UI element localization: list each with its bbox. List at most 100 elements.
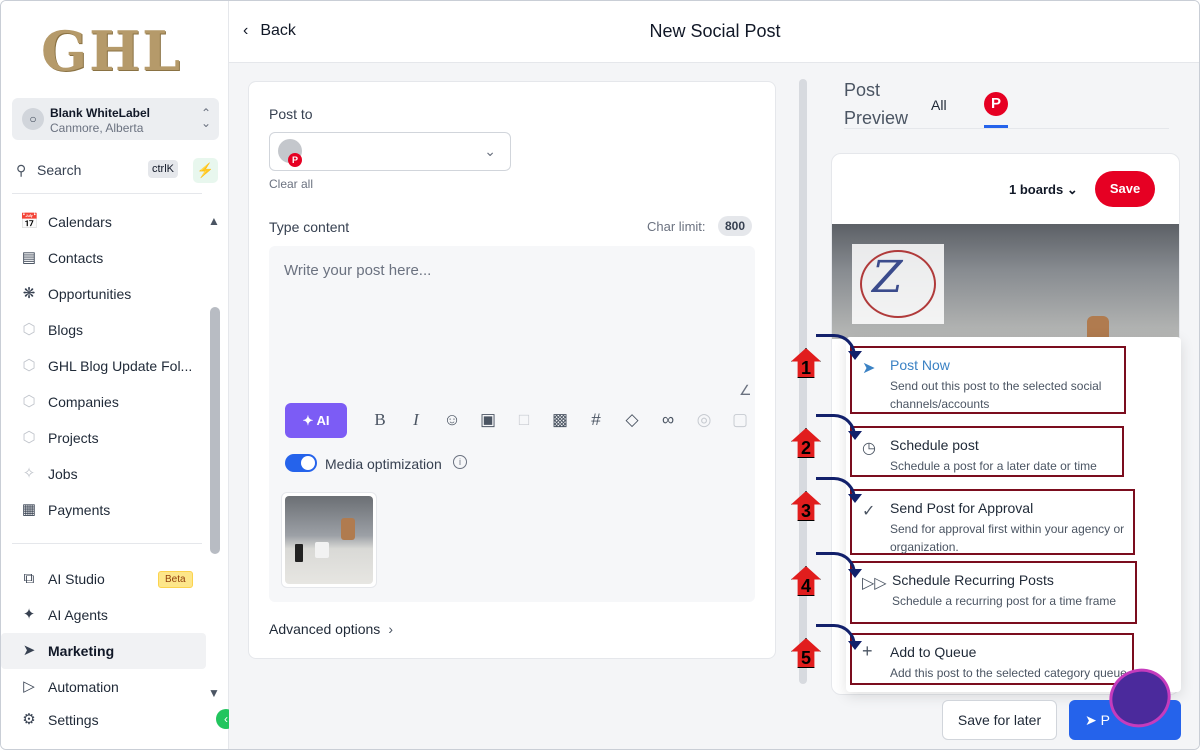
scrollbar-thumb[interactable] xyxy=(210,307,220,554)
marker-number: 2 xyxy=(800,438,811,458)
sparkle-icon: ✦ xyxy=(22,606,36,623)
sidebar-item-ai-agents[interactable]: ✦ AI Agents xyxy=(1,597,206,633)
text-a-icon[interactable]: ▢ xyxy=(729,410,751,430)
brand-logo: GHL xyxy=(41,19,183,83)
send-icon: ➤ xyxy=(1085,712,1097,728)
sidebar-item-label: Payments xyxy=(48,502,111,518)
scroll-up-icon[interactable]: ▲ xyxy=(208,214,220,228)
search-label: Search xyxy=(37,162,82,178)
sidebar-scrollbar[interactable]: ▲ ▼ xyxy=(208,214,222,704)
gear-icon: ⚙ xyxy=(22,711,36,728)
sidebar-item-payments[interactable]: ▦ Payments xyxy=(1,492,206,528)
sidebar-item-contacts[interactable]: ▤ Contacts xyxy=(1,240,206,276)
sidebar-item-companies[interactable]: ⬡ Companies xyxy=(1,384,206,420)
option-title: Add to Queue xyxy=(890,644,977,660)
sidebar-item-label: Companies xyxy=(48,394,119,410)
option-title: Schedule Recurring Posts xyxy=(892,572,1054,588)
image-icon[interactable]: ▣ xyxy=(477,410,499,430)
watermark-logo: Z xyxy=(852,244,944,324)
quick-action-bolt-icon[interactable]: ⚡ xyxy=(193,158,218,183)
post-to-select[interactable]: P ⌄ xyxy=(269,132,511,171)
sidebar-item-calendars[interactable]: 📅 Calendars xyxy=(1,204,206,240)
cube-icon: ⬡ xyxy=(22,393,36,410)
sidebar-item-jobs[interactable]: ✧ Jobs xyxy=(1,456,206,492)
tag-icon[interactable]: ◇ xyxy=(621,410,643,430)
sidebar-item-ai-studio[interactable]: ⧉ AI Studio Beta xyxy=(1,561,206,597)
marker-number: 4 xyxy=(800,576,811,596)
sidebar-item-label: AI Agents xyxy=(48,607,108,623)
divider xyxy=(844,128,1169,129)
location-icon[interactable]: ◎ xyxy=(693,410,715,430)
account-location: Canmore, Alberta xyxy=(50,121,144,135)
post-to-label: Post to xyxy=(269,106,313,122)
schedule-post-option[interactable]: ◷ Schedule post Schedule a post for a la… xyxy=(850,426,1124,477)
sidebar-item-label: Jobs xyxy=(48,466,78,482)
type-content-label: Type content xyxy=(269,219,350,235)
clock-icon: ◷ xyxy=(862,440,876,457)
tab-pinterest-icon[interactable]: P xyxy=(984,92,1008,116)
info-icon[interactable]: i xyxy=(453,455,467,469)
pinterest-save-button[interactable]: Save xyxy=(1095,171,1155,207)
ai-button[interactable]: ✦ AI xyxy=(285,403,347,438)
schedule-recurring-option[interactable]: ▷▷ Schedule Recurring Posts Schedule a r… xyxy=(850,561,1137,624)
add-to-queue-option[interactable]: + Add to Queue Add this post to the sele… xyxy=(850,633,1134,685)
option-description: Send out this post to the selected socia… xyxy=(890,377,1101,413)
thumbnail-detail xyxy=(315,542,329,558)
file-icon[interactable]: □ xyxy=(513,410,535,430)
advanced-options-label: Advanced options xyxy=(269,621,381,637)
italic-icon[interactable]: I xyxy=(405,410,427,430)
advanced-options[interactable]: Advanced options › xyxy=(269,621,393,637)
save-for-later-button[interactable]: Save for later xyxy=(942,700,1057,740)
option-description: Send for approval first within your agen… xyxy=(890,520,1124,556)
send-for-approval-option[interactable]: ✓ Send Post for Approval Send for approv… xyxy=(850,489,1135,555)
sidebar-item-blogs[interactable]: ⬡ Blogs xyxy=(1,312,206,348)
sidebar-nav-bottom: ⧉ AI Studio Beta ✦ AI Agents ➤ Marketing ▷ Au… xyxy=(1,561,206,735)
editor-placeholder[interactable]: Write your post here... xyxy=(284,262,431,279)
resize-handle-icon[interactable]: ∠ xyxy=(739,382,752,399)
preview-title-line: Preview xyxy=(844,108,909,128)
chevron-down-icon: ⌄ xyxy=(1066,182,1078,197)
account-switcher[interactable]: ○ Blank WhiteLabel Canmore, Alberta ⌃ ⌄ xyxy=(12,98,219,140)
post-now-option[interactable]: ➤ Post Now Send out this post to the sel… xyxy=(850,346,1126,414)
account-name: Blank WhiteLabel xyxy=(50,106,151,120)
sidebar-search[interactable]: ⚲ Search ctrlK xyxy=(12,156,187,184)
calendar-icon: 📅 xyxy=(20,213,39,230)
toggle-knob xyxy=(301,456,315,470)
preview-title-line: Post xyxy=(844,80,881,100)
option-description: Add this post to the selected category q… xyxy=(890,666,1127,680)
sidebar-item-automation[interactable]: ▷ Automation xyxy=(1,669,206,705)
post-editor[interactable]: Write your post here... ∠ ✦ AI B I ☺ ▣ □… xyxy=(269,246,755,602)
option-description: Schedule a recurring post for a time fra… xyxy=(892,594,1117,608)
sidebar-item-opportunities[interactable]: ❋ Opportunities xyxy=(1,276,206,312)
ai-label: AI xyxy=(316,413,330,428)
app-window: GHL ○ Blank WhiteLabel Canmore, Alberta … xyxy=(0,0,1200,750)
bold-icon[interactable]: B xyxy=(369,410,391,430)
media-thumbnail[interactable] xyxy=(281,492,377,588)
logo-letter: Z xyxy=(872,252,903,303)
divider xyxy=(12,543,202,544)
post-button-label: P xyxy=(1100,712,1110,728)
back-button[interactable]: ‹ Back xyxy=(243,22,296,40)
hashtag-icon[interactable]: # xyxy=(585,410,607,430)
send-icon: ➤ xyxy=(862,360,876,377)
tab-all[interactable]: All xyxy=(931,97,947,113)
sidebar-item-projects[interactable]: ⬡ Projects xyxy=(1,420,206,456)
option-desc-line: channels/accounts xyxy=(890,397,990,411)
emoji-icon[interactable]: ☺ xyxy=(441,410,463,430)
video-icon[interactable]: ▩ xyxy=(549,410,571,430)
marker-number: 5 xyxy=(800,648,811,668)
boards-select[interactable]: 1 boards ⌄ xyxy=(1009,182,1078,198)
preview-image: Z xyxy=(832,224,1179,346)
sidebar-item-ghl-blog-update[interactable]: ⬡ GHL Blog Update Fol... xyxy=(1,348,206,384)
clear-all-link[interactable]: Clear all xyxy=(269,177,313,191)
media-optimization-toggle[interactable] xyxy=(285,454,317,472)
sidebar-item-marketing[interactable]: ➤ Marketing xyxy=(1,633,206,669)
post-composer: Post to P ⌄ Clear all Type content Char … xyxy=(248,81,776,659)
sidebar-item-settings[interactable]: ⚙ Settings xyxy=(1,705,206,735)
option-description: Schedule a post for a later date or time xyxy=(890,459,1097,473)
automation-icon: ▷ xyxy=(23,678,35,695)
opportunities-icon: ❋ xyxy=(22,285,36,302)
ai-studio-icon: ⧉ xyxy=(23,570,35,587)
scroll-down-icon[interactable]: ▼ xyxy=(208,686,220,700)
link-icon[interactable]: ∞ xyxy=(657,410,679,430)
